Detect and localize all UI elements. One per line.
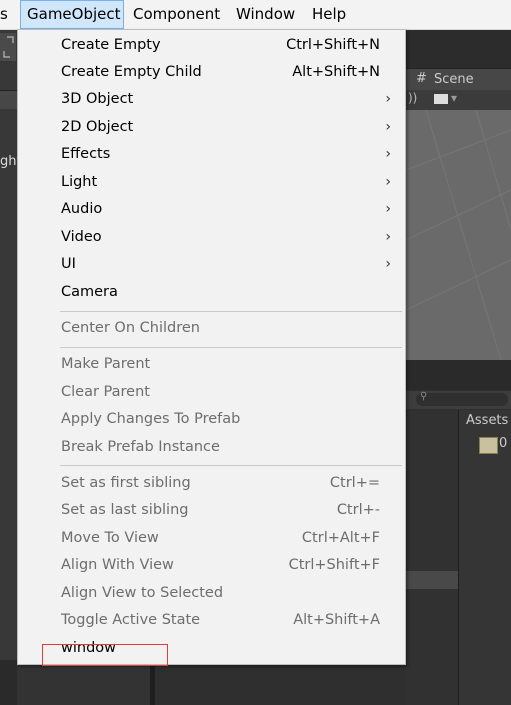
lower-left-panel (0, 660, 17, 705)
project-tree-selected-row[interactable] (406, 571, 458, 589)
project-tree (406, 410, 459, 705)
left-panel-bg (0, 30, 17, 705)
chevron-right-icon: › (385, 229, 391, 245)
menu-item-center-on-children[interactable]: Center On Children (18, 315, 405, 342)
assets-breadcrumb[interactable]: Assets (466, 413, 508, 428)
chevron-right-icon: › (385, 119, 391, 135)
menu-item-label: Set as first sibling (61, 475, 191, 491)
menu-item-shortcut: Ctrl+- (336, 502, 380, 518)
menu-separator (60, 347, 402, 348)
menu-item-3d-object[interactable]: 3D Object › (18, 86, 405, 113)
menu-item-effects[interactable]: Effects › (18, 141, 405, 168)
menu-item-label: Toggle Active State (61, 612, 201, 628)
chevron-right-icon: › (385, 174, 391, 190)
scene-tab-label: Scene (434, 72, 474, 87)
toolbar-strip (0, 33, 16, 61)
menu-bar: s GameObject Component Window Help (0, 0, 511, 30)
menu-item-label: Move To View (61, 530, 159, 546)
chevron-right-icon: › (385, 201, 391, 217)
audio-icon[interactable]: )) (408, 91, 417, 105)
menu-window[interactable]: Window (236, 0, 295, 29)
dropdown-arrow-icon[interactable]: ▾ (451, 91, 457, 105)
menu-item-label: Align View to Selected (61, 585, 224, 601)
menu-item-make-parent[interactable]: Make Parent (18, 351, 405, 378)
move-tool-icon[interactable] (0, 33, 16, 61)
menu-item-shortcut: Ctrl+= (329, 475, 380, 491)
scene-tab[interactable]: # Scene (406, 68, 511, 91)
menu-item-label: Center On Children (61, 320, 200, 336)
menu-item-align-view-to-selected[interactable]: Align View to Selected (18, 580, 405, 607)
menu-item-label: Camera (61, 284, 118, 300)
menu-gameobject[interactable]: GameObject (20, 0, 124, 29)
menu-item-apply-changes-to-prefab[interactable]: Apply Changes To Prefab (18, 406, 405, 433)
menu-item-set-as-first-sibling[interactable]: Set as first sibling Ctrl+= (18, 470, 405, 497)
menu-item-shortcut: Alt+Shift+N (292, 64, 380, 80)
menu-item-2d-object[interactable]: 2D Object › (18, 114, 405, 141)
menu-help[interactable]: Help (312, 0, 346, 29)
menu-item-label: Apply Changes To Prefab (61, 411, 241, 427)
menu-item-shortcut: Ctrl+Shift+N (286, 37, 380, 53)
menu-item-label: Light (61, 174, 98, 190)
menu-item-label: Video (61, 229, 102, 245)
menu-component[interactable]: Component (133, 0, 220, 29)
hierarchy-header (0, 90, 17, 109)
annotation-highlight-box (42, 644, 168, 666)
asset-count: 0 (499, 436, 508, 451)
menu-item-label: Align With View (61, 557, 174, 573)
search-icon: ⚲ (420, 391, 428, 402)
image-effects-icon[interactable] (434, 94, 448, 104)
menu-item-create-empty-child[interactable]: Create Empty Child Alt+Shift+N (18, 59, 405, 86)
menu-item-label: Audio (61, 201, 103, 217)
menu-separator (60, 311, 402, 312)
menu-item-break-prefab-instance[interactable]: Break Prefab Instance (18, 434, 405, 461)
chevron-right-icon: › (385, 91, 391, 107)
menu-item-shortcut: Alt+Shift+A (293, 612, 380, 628)
menu-item-clear-parent[interactable]: Clear Parent (18, 379, 405, 406)
chevron-right-icon: › (385, 256, 391, 272)
project-search-bar: ⚲ (406, 391, 511, 409)
menu-item-create-empty[interactable]: Create Empty Ctrl+Shift+N (18, 32, 405, 59)
menu-item-label: Create Empty Child (61, 64, 202, 80)
menu-item-label: 2D Object (61, 119, 134, 135)
menu-item-label: Break Prefab Instance (61, 439, 220, 455)
menu-partial-item[interactable]: s (0, 0, 14, 29)
scene-toolbar: )) ▾ (406, 90, 511, 110)
menu-item-toggle-active-state[interactable]: Toggle Active State Alt+Shift+A (18, 607, 405, 634)
menu-item-shortcut: Ctrl+Shift+F (288, 557, 380, 573)
menu-item-label: 3D Object (61, 91, 134, 107)
menu-item-label: Set as last sibling (61, 502, 189, 518)
menu-separator (60, 465, 402, 466)
menu-item-label: UI (61, 256, 76, 272)
menu-item-shortcut: Ctrl+Alt+F (301, 530, 380, 546)
menu-item-set-as-last-sibling[interactable]: Set as last sibling Ctrl+- (18, 497, 405, 524)
toolbar-right (406, 30, 511, 68)
menu-item-ui[interactable]: UI › (18, 251, 405, 278)
gameobject-dropdown-menu: Create Empty Ctrl+Shift+N Create Empty C… (17, 29, 406, 665)
bottom-left-panel (17, 665, 150, 705)
menu-item-label: Clear Parent (61, 384, 150, 400)
chevron-right-icon: › (385, 146, 391, 162)
panel-divider (150, 665, 155, 705)
menu-item-audio[interactable]: Audio › (18, 196, 405, 223)
menu-item-align-with-view[interactable]: Align With View Ctrl+Shift+F (18, 552, 405, 579)
menu-item-video[interactable]: Video › (18, 224, 405, 251)
menu-item-light[interactable]: Light › (18, 169, 405, 196)
menu-item-label: Create Empty (61, 37, 161, 53)
hierarchy-partial-item: ght (0, 154, 22, 169)
scene-view-grid[interactable] (406, 110, 511, 360)
menu-item-label: Make Parent (61, 356, 151, 372)
menu-item-move-to-view[interactable]: Move To View Ctrl+Alt+F (18, 525, 405, 552)
assets-panel: Assets 0 (459, 410, 511, 705)
folder-icon[interactable] (479, 437, 498, 454)
search-input[interactable] (416, 393, 508, 406)
menu-item-camera[interactable]: Camera (18, 279, 405, 306)
grid-icon: # (416, 71, 427, 86)
scene-bottom-bar (406, 360, 511, 390)
menu-item-label: Effects (61, 146, 111, 162)
